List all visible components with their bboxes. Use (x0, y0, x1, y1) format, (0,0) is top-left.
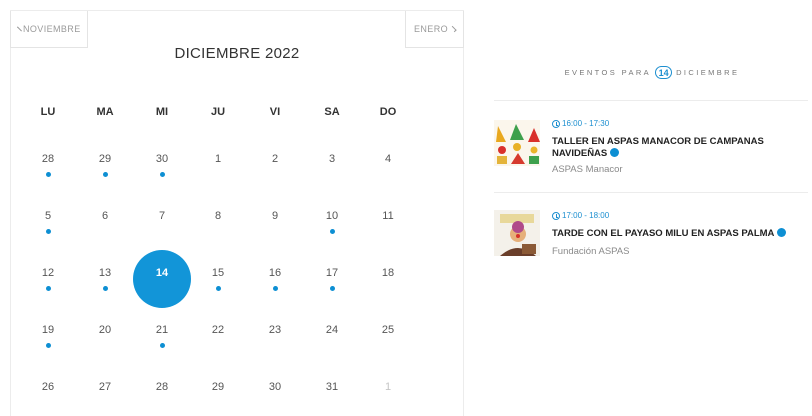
event-organizer-2: Fundación ASPAS (552, 246, 630, 257)
event-indicator-dot (272, 286, 278, 291)
next-month-button[interactable]: ENERO (405, 11, 464, 48)
weekday-label: SA (324, 106, 340, 118)
selected-day-highlight (133, 250, 191, 308)
calendar-day[interactable]: 20 (85, 324, 125, 336)
calendar-day[interactable]: 6 (85, 210, 125, 222)
event-thumbnail-2 (494, 210, 540, 256)
calendar-day[interactable]: 22 (198, 324, 238, 336)
month-title: DICIEMBRE 2022 (174, 45, 300, 62)
event-title-text-1: TALLER EN ASPAS MANACOR DE CAMPANAS NAVI… (552, 136, 764, 159)
weekday-label: VI (269, 106, 281, 118)
clock-icon (552, 119, 560, 128)
calendar-day[interactable]: 5 (28, 210, 68, 222)
calendar-day[interactable]: 19 (28, 324, 68, 336)
calendar-day[interactable]: 11 (368, 210, 408, 222)
next-month-label: ENERO (414, 24, 449, 34)
event-indicator-dot (45, 286, 51, 291)
category-dot-icon (777, 228, 787, 237)
event-indicator-dot (329, 229, 335, 234)
calendar-day[interactable]: 17 (312, 267, 352, 279)
events-panel: EVENTOS PARA 14 DICIEMBRE 16:00 - 17:30 (494, 0, 810, 416)
calendar-day[interactable]: 31 (312, 381, 352, 393)
event-item-1[interactable]: 16:00 - 17:30 TALLER EN ASPAS MANACOR DE… (494, 100, 808, 192)
calendar-day[interactable]: 15 (198, 267, 238, 279)
calendar-day[interactable]: 18 (368, 267, 408, 279)
event-thumbnail-1 (494, 120, 540, 166)
events-header-day-badge: 14 (655, 66, 673, 79)
calendar-day[interactable]: 1 (198, 153, 238, 165)
weekday-label: LU (40, 106, 56, 118)
event-indicator-dot (102, 286, 108, 291)
events-header-prefix: EVENTOS PARA (564, 68, 652, 77)
calendar-day[interactable]: 2 (255, 153, 295, 165)
calendar-day[interactable]: 28 (28, 153, 68, 165)
event-item-2[interactable]: 17:00 - 18:00 TARDE CON EL PAYASO MILU E… (494, 192, 808, 272)
calendar-day[interactable]: 12 (28, 267, 68, 279)
event-time-text-2: 17:00 - 18:00 (562, 211, 610, 220)
calendar-day[interactable]: 28 (142, 381, 182, 393)
calendar-day[interactable]: 7 (142, 210, 182, 222)
event-indicator-dot (329, 286, 335, 291)
event-organizer-1: ASPAS Manacor (552, 164, 623, 175)
event-indicator-dot (45, 172, 51, 177)
weekday-label: DO (379, 106, 397, 118)
weekday-label: JU (210, 106, 226, 118)
calendar-day[interactable]: 3 (312, 153, 352, 165)
event-indicator-dot (215, 286, 221, 291)
calendar-day[interactable]: 21 (142, 324, 182, 336)
prev-month-button[interactable]: NOVIEMBRE (10, 11, 88, 48)
calendar-day[interactable]: 30 (255, 381, 295, 393)
clock-icon (552, 211, 560, 220)
event-title-2[interactable]: TARDE CON EL PAYASO MILU EN ASPAS PALMA (552, 228, 802, 240)
event-title-1[interactable]: TALLER EN ASPAS MANACOR DE CAMPANAS NAVI… (552, 136, 788, 160)
calendar-day[interactable]: 4 (368, 153, 408, 165)
calendar-day[interactable]: 1 (368, 381, 408, 393)
event-indicator-dot (159, 343, 165, 348)
calendar-day[interactable]: 25 (368, 324, 408, 336)
category-dot-icon (610, 148, 620, 157)
calendar-day[interactable]: 24 (312, 324, 352, 336)
weekday-label: MI (155, 106, 169, 118)
prev-month-label: NOVIEMBRE (23, 24, 81, 34)
chevron-right-icon (450, 25, 457, 33)
chevron-left-icon (17, 26, 22, 32)
event-time-text-1: 16:00 - 17:30 (562, 119, 610, 128)
calendar-day[interactable]: 30 (142, 153, 182, 165)
calendar-day[interactable]: 27 (85, 381, 125, 393)
calendar: NOVIEMBRE ENERO DICIEMBRE 2022 LU MA MI JU V… (10, 10, 464, 416)
event-indicator-dot (102, 172, 108, 177)
events-header-suffix: DICIEMBRE (676, 68, 740, 77)
calendar-day[interactable]: 10 (312, 210, 352, 222)
event-title-text-2: TARDE CON EL PAYASO MILU EN ASPAS PALMA (552, 228, 775, 239)
events-header: EVENTOS PARA 14 DICIEMBRE (494, 66, 810, 79)
calendar-day[interactable]: 13 (85, 267, 125, 279)
calendar-day[interactable]: 26 (28, 381, 68, 393)
event-indicator-dot (45, 343, 51, 348)
calendar-day[interactable]: 23 (255, 324, 295, 336)
calendar-day[interactable]: 29 (198, 381, 238, 393)
weekday-label: MA (96, 106, 114, 118)
event-time-2: 17:00 - 18:00 (552, 211, 609, 220)
calendar-day[interactable]: 9 (255, 210, 295, 222)
event-indicator-dot (159, 172, 165, 177)
event-time-1: 16:00 - 17:30 (552, 119, 609, 128)
event-indicator-dot (45, 229, 51, 234)
calendar-day[interactable]: 29 (85, 153, 125, 165)
calendar-day[interactable]: 16 (255, 267, 295, 279)
calendar-day[interactable]: 8 (198, 210, 238, 222)
calendar-day-selected[interactable]: 14 (142, 267, 182, 279)
